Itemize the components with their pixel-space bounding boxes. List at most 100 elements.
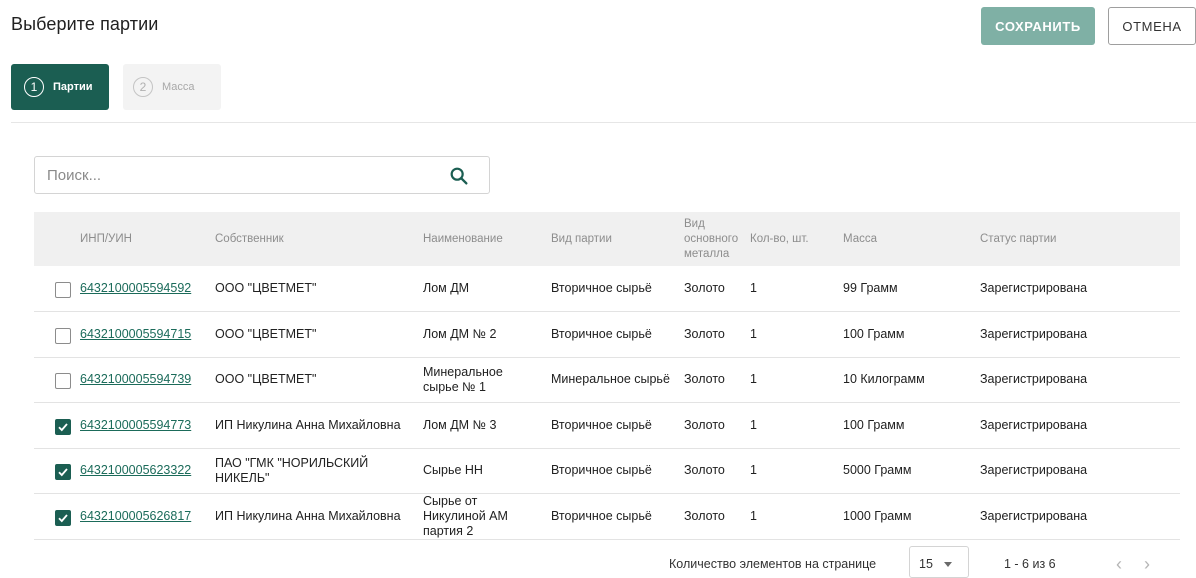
column-header[interactable]: Масса	[843, 212, 980, 266]
cancel-button[interactable]: ОТМЕНА	[1108, 7, 1196, 45]
inp-uin-cell: 6432100005594592	[80, 266, 215, 312]
row-checkbox[interactable]	[55, 510, 71, 526]
row-checkbox[interactable]	[55, 282, 71, 298]
type-cell: Вторичное сырьё	[551, 326, 652, 341]
owner-cell: ПАО "ГМК "НОРИЛЬСКИЙ НИКЕЛЬ"	[215, 455, 369, 485]
name-cell: Лом ДМ № 3	[423, 417, 497, 432]
step-number-badge: 1	[24, 77, 44, 97]
row-checkbox[interactable]	[55, 327, 71, 344]
type-cell: Вторичное сырьё	[551, 417, 652, 432]
mass-cell: 100 Грамм	[843, 417, 905, 432]
inp-uin-link[interactable]: 6432100005623322	[80, 463, 191, 477]
table-row[interactable]: 6432100005594592 ООО "ЦВЕТМЕТ" Лом ДМ Втори…	[34, 266, 1180, 312]
owner-cell: ООО "ЦВЕТМЕТ"	[215, 326, 317, 341]
metal-cell: Золото	[684, 509, 725, 523]
mass-cell: 5000 Грамм	[843, 463, 912, 478]
row-checkbox[interactable]	[55, 418, 71, 435]
search-input[interactable]	[35, 157, 435, 193]
search-icon[interactable]	[448, 165, 470, 187]
owner-cell: ООО "ЦВЕТМЕТ"	[215, 281, 317, 295]
save-button[interactable]: СОХРАНИТЬ	[981, 7, 1095, 45]
per-page-label: Количество элементов на странице	[669, 557, 877, 571]
select-cell	[34, 448, 80, 494]
owner-cell: ИП Никулина Анна Михайловна	[215, 417, 401, 432]
header-divider	[11, 122, 1196, 123]
inp-uin-link[interactable]: 6432100005594592	[80, 281, 191, 295]
status-cell: Зарегистрирована	[980, 463, 1088, 478]
mass-cell: 99 Грамм	[843, 281, 898, 295]
column-header[interactable]: Собственник	[215, 212, 423, 266]
owner-cell: ООО "ЦВЕТМЕТ"	[215, 372, 317, 387]
select-header	[34, 212, 80, 266]
chevron-down-icon	[944, 562, 952, 567]
column-header[interactable]: Вид партии	[551, 212, 684, 266]
step-label: Масса	[162, 81, 195, 93]
type-cell: Вторичное сырьё	[551, 463, 652, 478]
qty-cell: 1	[750, 281, 757, 295]
table-row[interactable]: 6432100005626817 ИП Никулина Анна Михайло…	[34, 494, 1180, 540]
qty-cell: 1	[750, 417, 757, 432]
step-tab-mass[interactable]: 2 Масса	[123, 64, 221, 110]
next-page-icon[interactable]: ›	[1144, 554, 1150, 575]
metal-cell: Золото	[684, 417, 725, 432]
per-page-value: 15	[919, 557, 933, 571]
status-cell: Зарегистрирована	[980, 417, 1088, 432]
name-cell: Лом ДМ № 2	[423, 326, 497, 341]
inp-uin-cell: 6432100005623322	[80, 448, 215, 494]
inp-uin-cell: 6432100005594715	[80, 312, 215, 358]
qty-cell: 1	[750, 372, 757, 387]
column-header[interactable]: Наименование	[423, 212, 551, 266]
per-page-select[interactable]	[909, 546, 969, 578]
inp-uin-cell: 6432100005594773	[80, 403, 215, 449]
step-tab-parties[interactable]: 1 Партии	[11, 64, 109, 110]
step-number-badge: 2	[133, 77, 153, 97]
table-header-row: ИНП/УИН Собственник Наименование Вид пар…	[34, 212, 1180, 266]
metal-cell: Золото	[684, 463, 725, 478]
metal-cell: Золото	[684, 326, 725, 341]
checkmark-icon	[58, 514, 68, 523]
prev-page-icon[interactable]: ‹	[1116, 554, 1122, 575]
name-cell: Лом ДМ	[423, 281, 470, 295]
inp-uin-link[interactable]: 6432100005594773	[80, 418, 191, 432]
owner-cell: ИП Никулина Анна Михайловна	[215, 509, 401, 523]
column-header[interactable]: Вид основного металла	[684, 212, 750, 266]
table-row[interactable]: 6432100005594715 ООО "ЦВЕТМЕТ" Лом ДМ № 2 В…	[34, 312, 1180, 358]
type-cell: Вторичное сырьё	[551, 281, 652, 295]
page-title: Выберите партии	[11, 14, 159, 34]
metal-cell: Золото	[684, 281, 725, 295]
type-cell: Минеральное сырьё	[551, 372, 670, 387]
qty-cell: 1	[750, 509, 757, 523]
inp-uin-link[interactable]: 6432100005594739	[80, 372, 191, 386]
pagination-range: 1 - 6 из 6	[1004, 557, 1056, 571]
status-cell: Зарегистрирована	[980, 372, 1088, 387]
status-cell: Зарегистрирована	[980, 326, 1088, 341]
qty-cell: 1	[750, 463, 757, 478]
inp-uin-cell: 6432100005594739	[80, 357, 215, 403]
inp-uin-cell: 6432100005626817	[80, 494, 215, 540]
step-label: Партии	[53, 81, 93, 93]
column-header[interactable]: Кол-во, шт.	[750, 212, 843, 266]
checkmark-icon	[58, 423, 68, 432]
metal-cell: Золото	[684, 372, 725, 387]
inp-uin-link[interactable]: 6432100005594715	[80, 327, 191, 341]
select-cell	[34, 312, 80, 358]
select-cell	[34, 266, 80, 312]
mass-cell: 1000 Грамм	[843, 509, 912, 523]
status-cell: Зарегистрирована	[980, 509, 1088, 523]
row-checkbox[interactable]	[55, 464, 71, 481]
column-header[interactable]: ИНП/УИН	[80, 212, 215, 266]
column-header[interactable]: Статус партии	[980, 212, 1180, 266]
qty-cell: 1	[750, 326, 757, 341]
select-cell	[34, 494, 80, 540]
row-checkbox[interactable]	[55, 373, 71, 390]
inp-uin-link[interactable]: 6432100005626817	[80, 509, 191, 523]
table-row[interactable]: 6432100005594739 ООО "ЦВЕТМЕТ" Минеральное…	[34, 357, 1180, 403]
table-row[interactable]: 6432100005594773 ИП Никулина Анна Михайло…	[34, 403, 1180, 449]
checkmark-icon	[58, 468, 68, 477]
name-cell: Сырье НН	[423, 463, 483, 478]
mass-cell: 100 Грамм	[843, 326, 905, 341]
parties-table: ИНП/УИН Собственник Наименование Вид пар…	[34, 212, 1180, 540]
table-row[interactable]: 6432100005623322 ПАО "ГМК "НОРИЛЬСКИЙ НИК…	[34, 448, 1180, 494]
name-cell: Сырье от Никулиной АМ партия 2	[423, 494, 508, 538]
search-field	[34, 156, 490, 194]
